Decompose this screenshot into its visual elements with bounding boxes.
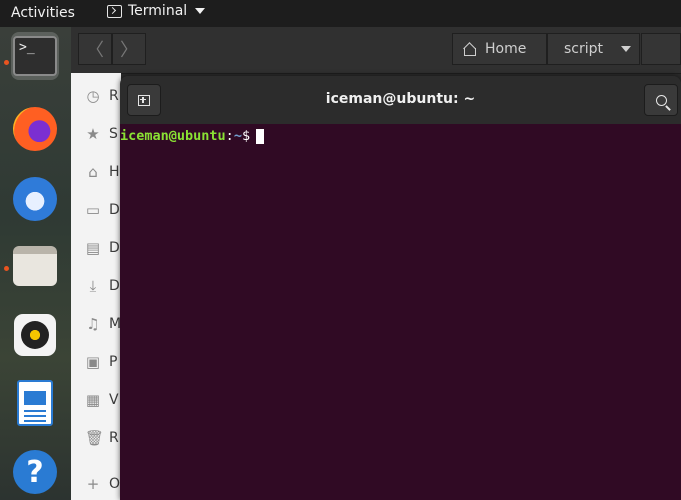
sidebar-item-label: V xyxy=(109,392,119,408)
files-icon xyxy=(13,246,57,286)
sidebar-item-downloads[interactable]: ⤓ D xyxy=(85,278,120,294)
search-button[interactable] xyxy=(644,84,678,116)
sidebar-item-music[interactable]: ♫ M xyxy=(85,316,121,332)
chevron-left-icon: 〈 xyxy=(86,40,104,61)
prompt-dollar: $ xyxy=(241,128,251,144)
text-cursor xyxy=(256,128,265,144)
app-menu-label: Terminal xyxy=(128,3,188,19)
home-icon: ⌂ xyxy=(88,163,98,181)
prompt-line: iceman@ubuntu: ~ $ xyxy=(120,128,265,144)
chevron-down-icon xyxy=(195,8,206,14)
dock-item-files[interactable] xyxy=(11,242,59,290)
music-icon: ♫ xyxy=(86,315,100,333)
terminal-headerbar: iceman@ubuntu: ~ xyxy=(120,76,681,125)
dock: >_ ? xyxy=(0,27,71,500)
trash-icon: 🗑 xyxy=(85,429,105,447)
activities-button[interactable]: Activities xyxy=(11,5,75,21)
sidebar-item-videos[interactable]: ▦ V xyxy=(85,392,119,408)
download-icon: ⤓ xyxy=(89,277,97,295)
sidebar-item-label: R xyxy=(109,430,119,446)
dock-item-writer[interactable] xyxy=(11,379,59,427)
star-icon: ★ xyxy=(86,125,100,143)
sidebar-item-other-locations[interactable]: + O xyxy=(85,476,120,492)
help-icon: ? xyxy=(13,450,57,494)
prompt-user-host: iceman@ubuntu xyxy=(120,128,226,144)
prompt-path: ~ xyxy=(233,128,242,144)
sidebar-item-label: D xyxy=(109,240,120,256)
dock-item-firefox[interactable] xyxy=(11,105,59,153)
chevron-right-icon: 〉 xyxy=(120,40,138,61)
sidebar-item-label: R xyxy=(109,88,119,104)
clock-icon: ◷ xyxy=(86,87,100,105)
dock-item-rhythmbox[interactable] xyxy=(11,311,59,359)
sidebar-item-label: H xyxy=(109,164,120,180)
desktop-icon: ▭ xyxy=(85,201,101,219)
home-icon xyxy=(463,43,477,56)
sidebar-item-label: D xyxy=(109,202,120,218)
app-menu[interactable]: Terminal xyxy=(107,3,206,19)
sidebar-item-trash[interactable]: 🗑 R xyxy=(85,430,119,446)
sidebar-item-home[interactable]: ⌂ H xyxy=(85,163,120,181)
sidebar-item-label: D xyxy=(109,278,120,294)
path-bar-current[interactable]: script xyxy=(547,33,640,65)
top-bar: Activities Terminal xyxy=(0,0,681,27)
files-sidebar: ◷ R ★ S ⌂ H ▭ D ▤ D ⤓ D ♫ M ▣ P ▦ V 🗑 R … xyxy=(71,73,121,500)
sidebar-item-documents[interactable]: ▤ D xyxy=(85,240,120,256)
running-indicator xyxy=(4,60,9,65)
forward-button[interactable]: 〉 xyxy=(112,33,146,65)
sidebar-item-label: S xyxy=(109,126,118,142)
dock-item-help[interactable]: ? xyxy=(11,448,59,496)
prompt-colon: : xyxy=(225,128,234,144)
document-icon: ▤ xyxy=(85,239,101,257)
files-headerbar: 〈 〉 Home script xyxy=(71,27,681,74)
running-indicator xyxy=(4,266,9,271)
picture-icon: ▣ xyxy=(85,353,101,371)
terminal-icon: >_ xyxy=(13,36,57,76)
firefox-icon xyxy=(13,107,57,151)
sidebar-item-recent[interactable]: ◷ R xyxy=(85,87,119,105)
sidebar-item-desktop[interactable]: ▭ D xyxy=(85,202,120,218)
path-home-label: Home xyxy=(485,41,527,57)
rhythmbox-icon xyxy=(14,314,56,356)
dock-item-thunderbird[interactable] xyxy=(11,175,59,223)
terminal-body[interactable]: iceman@ubuntu: ~ $ xyxy=(120,124,681,500)
terminal-icon xyxy=(107,4,122,18)
path-bar-home[interactable]: Home xyxy=(452,33,547,65)
terminal-window: iceman@ubuntu: ~ iceman@ubuntu: ~ $ xyxy=(120,76,681,500)
sidebar-item-starred[interactable]: ★ S xyxy=(85,126,118,142)
window-title: iceman@ubuntu: ~ xyxy=(325,91,476,107)
path-current-label: script xyxy=(564,41,604,57)
chevron-down-icon xyxy=(621,46,632,52)
back-button[interactable]: 〈 xyxy=(78,33,112,65)
sidebar-item-label: O xyxy=(109,476,121,492)
video-icon: ▦ xyxy=(85,391,101,409)
sidebar-item-pictures[interactable]: ▣ P xyxy=(85,353,118,371)
dock-item-terminal[interactable]: >_ xyxy=(11,32,59,80)
search-icon xyxy=(655,94,667,106)
writer-icon xyxy=(17,380,53,426)
path-bar-extra[interactable] xyxy=(641,33,681,65)
sidebar-item-label: P xyxy=(109,354,118,370)
thunderbird-icon xyxy=(13,177,57,221)
plus-icon: + xyxy=(86,475,100,493)
